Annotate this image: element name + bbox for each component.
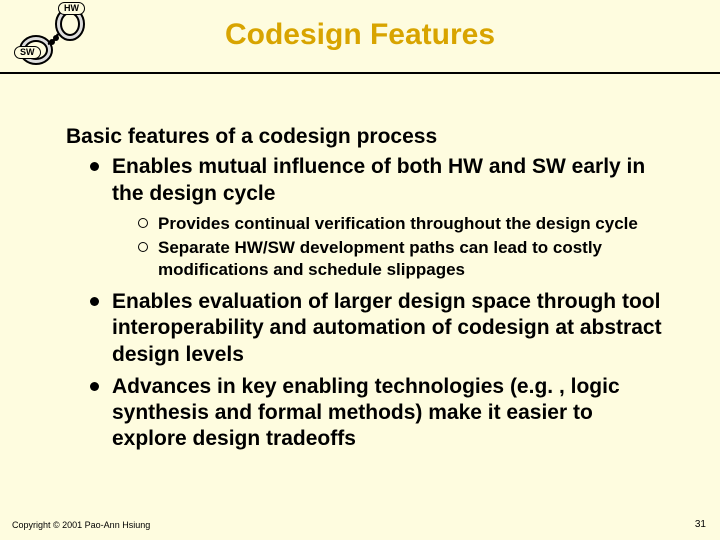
title-underline <box>0 72 720 74</box>
copyright-text: Copyright © 2001 Pao-Ann Hsiung <box>12 520 150 530</box>
list-item: Enables evaluation of larger design spac… <box>90 289 670 368</box>
list-item: Separate HW/SW development paths can lea… <box>138 237 670 281</box>
list-item: Enables mutual influence of both HW and … <box>90 154 670 281</box>
slide-title: Codesign Features <box>0 18 720 52</box>
sub-bullet-list: Provides continual verification througho… <box>112 213 670 281</box>
bullet-text: Advances in key enabling technologies (e… <box>112 375 620 451</box>
list-item: Advances in key enabling technologies (e… <box>90 374 670 453</box>
slide: HW SW Codesign Features Basic features o… <box>0 0 720 540</box>
slide-body: Basic features of a codesign process Ena… <box>66 124 670 459</box>
bullet-text: Separate HW/SW development paths can lea… <box>158 238 602 279</box>
lead-text: Basic features of a codesign process <box>66 124 670 150</box>
bullet-text: Enables mutual influence of both HW and … <box>112 155 645 204</box>
hw-tag: HW <box>58 2 85 15</box>
list-item: Provides continual verification througho… <box>138 213 670 235</box>
bullet-list: Enables mutual influence of both HW and … <box>66 154 670 452</box>
bullet-text: Provides continual verification througho… <box>158 214 638 233</box>
page-number: 31 <box>695 519 706 530</box>
bullet-text: Enables evaluation of larger design spac… <box>112 290 662 366</box>
